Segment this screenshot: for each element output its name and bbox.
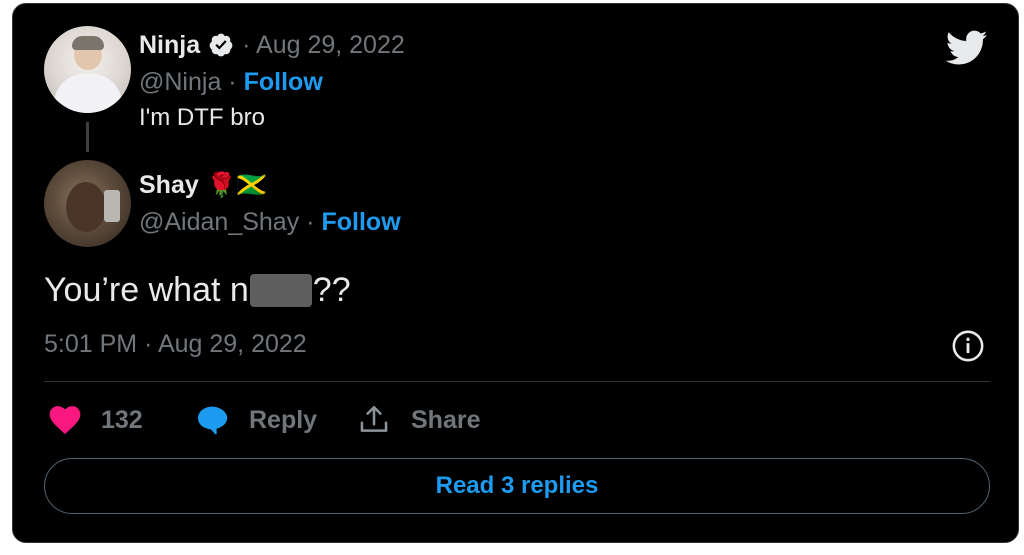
embedded-tweet-card: Ninja · Aug 29, 2022 @Ninja · Follow I'm… (12, 3, 1019, 543)
reply-action[interactable]: Reply (195, 400, 317, 440)
read-replies-label: Read 3 replies (435, 472, 599, 499)
author-handle[interactable]: @Aidan_Shay · (139, 208, 314, 237)
avatar-ninja[interactable] (44, 26, 131, 113)
info-icon[interactable] (951, 329, 985, 363)
divider (44, 381, 990, 382)
thread-connector-line (86, 122, 89, 152)
name-emojis: 🌹🇯🇲 (206, 171, 267, 199)
reply-to-name[interactable]: Ninja (139, 31, 200, 60)
tweet-handle-row: @Aidan_Shay · Follow (139, 205, 401, 239)
reply-bubble-icon[interactable] (195, 404, 229, 436)
read-replies-button[interactable]: Read 3 replies (44, 458, 990, 514)
reply-to-handle[interactable]: @Ninja · (139, 68, 237, 97)
follow-ninja-button[interactable]: Follow (244, 68, 323, 97)
tweet-header: Shay 🌹🇯🇲 (139, 167, 267, 203)
like-count: 132 (101, 405, 143, 434)
like-action[interactable]: 132 (49, 400, 143, 440)
reply-to-header: Ninja · Aug 29, 2022 (139, 28, 405, 62)
verified-badge-icon (209, 33, 233, 57)
avatar-shay[interactable] (44, 160, 131, 247)
tweet-text-start: You’re what n (44, 271, 249, 309)
reply-label: Reply (249, 405, 318, 434)
heart-icon[interactable] (49, 405, 81, 435)
tweet-text: You’re what n?? (44, 271, 351, 310)
author-name[interactable]: Shay (139, 171, 199, 200)
share-label: Share (411, 405, 481, 434)
reply-to-date[interactable]: · Aug 29, 2022 (242, 31, 405, 60)
share-icon[interactable] (357, 403, 391, 437)
reply-to-text: I'm DTF bro (139, 104, 265, 131)
redaction-box (249, 274, 312, 307)
follow-shay-button[interactable]: Follow (321, 208, 400, 237)
reply-to-handle-row: @Ninja · Follow (139, 65, 323, 99)
twitter-logo-icon[interactable] (946, 30, 988, 66)
tweet-timestamp[interactable]: 5:01 PM · Aug 29, 2022 (44, 330, 307, 359)
share-action[interactable]: Share (357, 400, 480, 440)
tweet-text-end: ?? (312, 271, 351, 309)
